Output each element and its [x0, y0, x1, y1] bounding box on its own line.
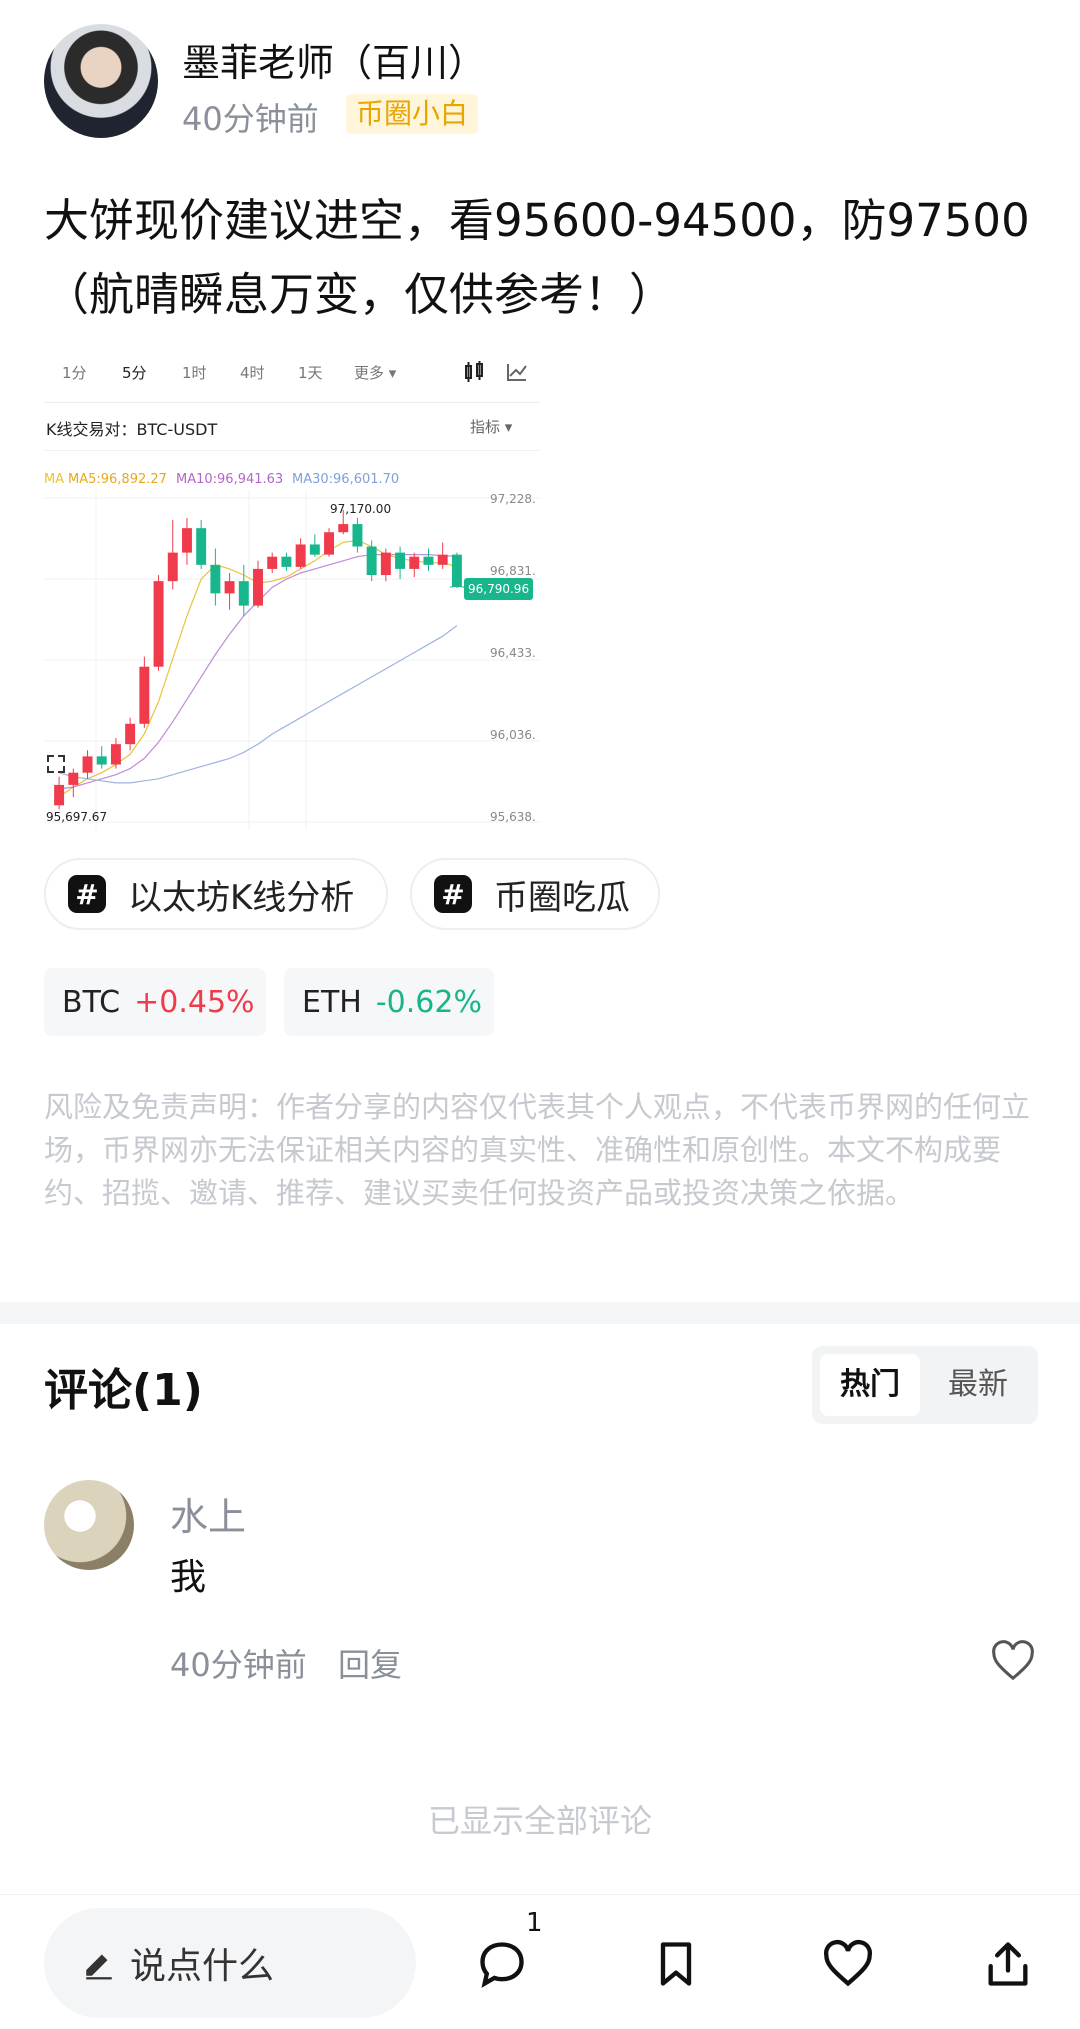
y-tick-1: 97,228.	[490, 492, 536, 506]
candle	[451, 554, 462, 588]
candle	[437, 554, 448, 565]
pair-label: K线交易对：BTC-USDT	[46, 420, 218, 439]
candle	[338, 524, 349, 533]
candle	[210, 564, 221, 594]
kline-plot	[44, 490, 540, 830]
candle	[366, 546, 377, 576]
candle	[380, 552, 391, 576]
post-time: 40分钟前	[182, 100, 319, 138]
candle	[238, 581, 249, 606]
ma5-label: MA5:96,892.27	[68, 472, 167, 487]
candle	[139, 666, 150, 724]
pencil-icon	[86, 1954, 112, 1980]
candle	[309, 544, 320, 555]
candle	[253, 568, 263, 606]
timeframe-5m[interactable]: 5分	[122, 362, 147, 383]
y-tick-5: 95,638.	[490, 810, 536, 824]
hashtag-icon: #	[434, 875, 472, 913]
ticker-change: +0.45%	[134, 984, 255, 1020]
candle	[110, 744, 121, 765]
high-label: 97,170.00	[330, 502, 392, 516]
comment-sort-toggle: 热门 最新	[812, 1346, 1038, 1424]
sort-hot-tab[interactable]: 热门	[820, 1354, 920, 1416]
expand-icon[interactable]	[46, 754, 66, 774]
ma30-label: MA30:96,601.70	[292, 472, 400, 487]
candle	[196, 528, 207, 565]
ma10-label: MA10:96,941.63	[176, 472, 284, 487]
commenter-avatar[interactable]	[44, 1480, 134, 1570]
author-name[interactable]: 墨菲老师（百川）	[182, 32, 486, 87]
comment-text: 我	[170, 1557, 207, 1598]
comment-time: 40分钟前	[170, 1646, 307, 1684]
candle	[324, 532, 335, 555]
y-tick-2: 96,831.	[490, 564, 536, 578]
candle	[96, 756, 107, 765]
candle	[267, 556, 278, 569]
all-comments-shown: 已显示全部评论	[427, 1802, 652, 1840]
low-label: 95,697.67	[46, 810, 108, 824]
candle	[224, 581, 235, 594]
ticker-eth[interactable]: ETH -0.62%	[284, 968, 494, 1036]
candle	[423, 556, 434, 565]
timeframe-4h[interactable]: 4时	[240, 362, 265, 383]
timeframe-1d[interactable]: 1天	[298, 362, 323, 383]
post-line-1: 大饼现价建议进空，看95600-94500，防97500	[44, 194, 1030, 247]
like-heart-icon[interactable]	[990, 1638, 1036, 1684]
candle	[352, 524, 363, 547]
comments-title: 评论(1)	[44, 1365, 203, 1416]
ma-prefix: MA	[44, 472, 65, 487]
comment-input[interactable]: 说点什么	[44, 1908, 416, 2018]
candle	[125, 723, 136, 745]
candle	[395, 552, 406, 569]
topic-tag-label: 以太坊K线分析	[128, 877, 355, 918]
timeframe-1h[interactable]: 1时	[182, 362, 207, 383]
topic-tag-gossip[interactable]: # 币圈吃瓜	[410, 858, 660, 930]
post-body: 大饼现价建议进空，看95600-94500，防97500 （航晴瞬息万变，仅供参…	[44, 184, 1044, 332]
comment-icon[interactable]	[476, 1938, 528, 1990]
ticker-change: -0.62%	[375, 984, 482, 1020]
line-chart-icon[interactable]	[506, 362, 528, 382]
candle	[54, 784, 65, 806]
ticker-symbol: BTC	[62, 984, 121, 1020]
topic-tag-eth-kline[interactable]: # 以太坊K线分析	[44, 858, 388, 930]
candle	[181, 528, 192, 553]
comment-count: 1	[526, 1908, 543, 1938]
post-line-2: （航晴瞬息万变，仅供参考！）	[44, 268, 675, 321]
hashtag-icon: #	[68, 875, 106, 913]
share-icon[interactable]	[982, 1938, 1034, 1990]
ticker-symbol: ETH	[302, 984, 362, 1020]
ticker-btc[interactable]: BTC +0.45%	[44, 968, 266, 1036]
candle	[281, 556, 292, 567]
candle	[153, 581, 164, 667]
comment-input-placeholder: 说点什么	[130, 1946, 275, 1987]
candle-toggle-icon[interactable]	[462, 360, 486, 384]
reply-button[interactable]: 回复	[338, 1640, 402, 1686]
y-tick-4: 96,036.	[490, 728, 536, 742]
candle	[167, 552, 178, 582]
disclaimer-text: 风险及免责声明：作者分享的内容仅代表其个人观点，不代表币界网的任何立场，币界网亦…	[44, 1090, 1031, 1210]
kline-chart-image[interactable]: 1分 5分 1时 4时 1天 更多 ▾ K线交易对：BTC-USDT 指标 ▾ …	[44, 350, 540, 830]
y-tick-3: 96,433.	[490, 646, 536, 660]
bookmark-icon[interactable]	[650, 1938, 702, 1990]
author-avatar[interactable]	[44, 24, 158, 138]
candle	[409, 556, 420, 569]
sort-latest-tab[interactable]: 最新	[928, 1354, 1028, 1416]
indicator-menu[interactable]: 指标 ▾	[470, 416, 512, 437]
timeframe-1m[interactable]: 1分	[62, 362, 87, 383]
candle	[68, 772, 79, 785]
section-divider	[0, 1302, 1080, 1324]
author-badge: 币圈小白	[346, 94, 479, 134]
timeframe-more[interactable]: 更多 ▾	[354, 362, 396, 383]
last-price-tag: 96,790.96	[464, 578, 534, 600]
candle	[82, 756, 93, 773]
candle	[295, 544, 306, 567]
commenter-name[interactable]: 水上	[170, 1486, 246, 1541]
topic-tag-label: 币圈吃瓜	[494, 877, 630, 918]
heart-icon[interactable]	[822, 1938, 874, 1990]
